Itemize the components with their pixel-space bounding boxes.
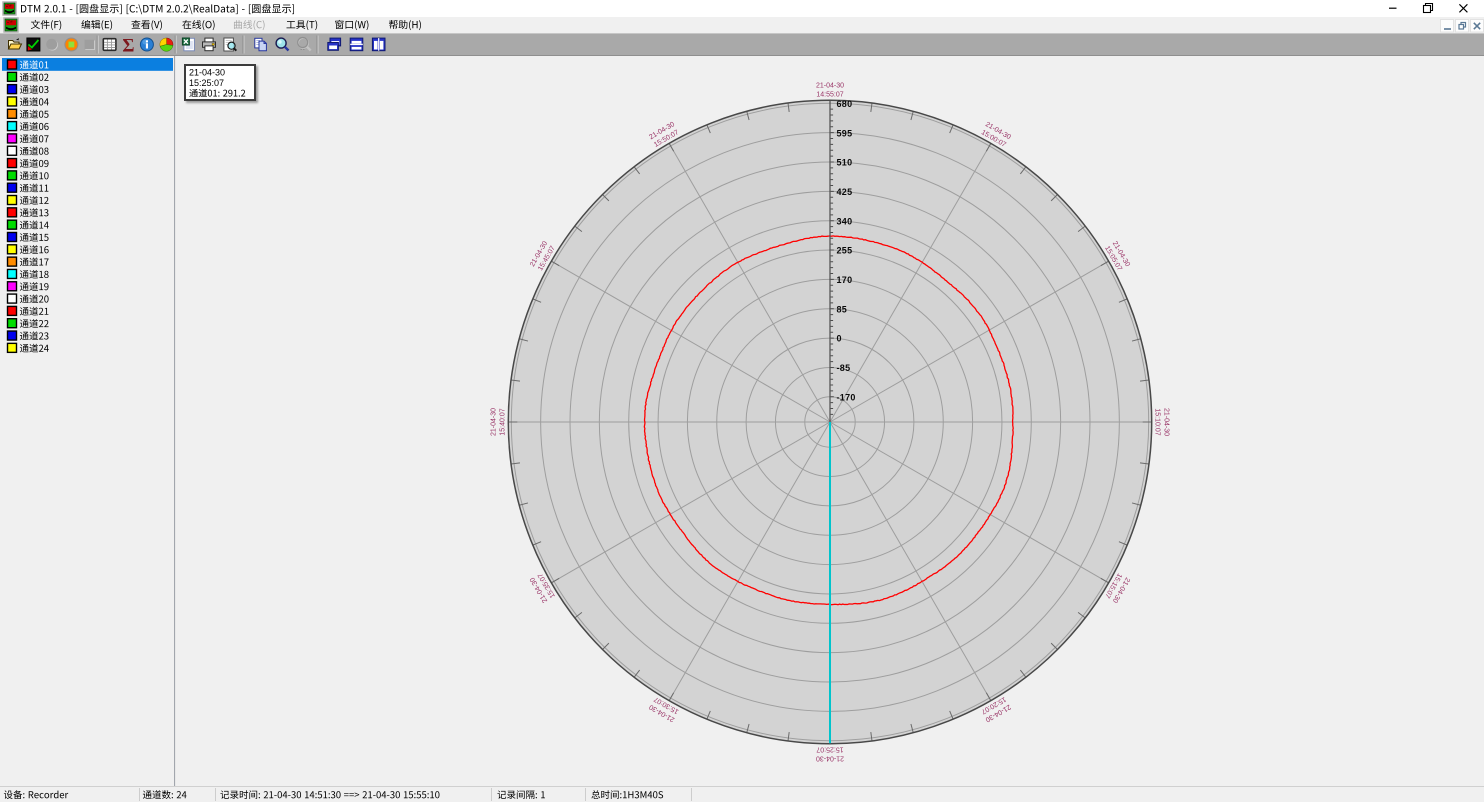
svg-text:15:25:07: 15:25:07	[816, 745, 843, 752]
svg-text:15:10:07: 15:10:07	[1153, 408, 1160, 435]
svg-text:-170: -170	[837, 392, 856, 402]
svg-text:425: 425	[837, 187, 853, 197]
svg-text:15:25:07: 15:25:07	[189, 78, 224, 88]
svg-text:21-04-30: 21-04-30	[491, 408, 498, 436]
svg-text:15:40:07: 15:40:07	[500, 408, 507, 435]
svg-text:14:55:07: 14:55:07	[816, 92, 843, 99]
svg-text:21-04-30: 21-04-30	[1162, 408, 1169, 436]
svg-text:85: 85	[837, 304, 848, 314]
svg-text:21-04-30: 21-04-30	[816, 754, 844, 761]
svg-text:510: 510	[837, 158, 853, 168]
svg-text:21-04-30: 21-04-30	[816, 83, 844, 90]
svg-text:595: 595	[837, 128, 853, 138]
svg-text:0: 0	[837, 334, 842, 344]
svg-text:680: 680	[837, 99, 853, 109]
svg-text:-85: -85	[837, 363, 851, 373]
svg-text:170: 170	[837, 275, 853, 285]
svg-text:340: 340	[837, 216, 853, 226]
svg-text:255: 255	[837, 246, 853, 256]
svg-text:21-04-30: 21-04-30	[189, 68, 225, 78]
